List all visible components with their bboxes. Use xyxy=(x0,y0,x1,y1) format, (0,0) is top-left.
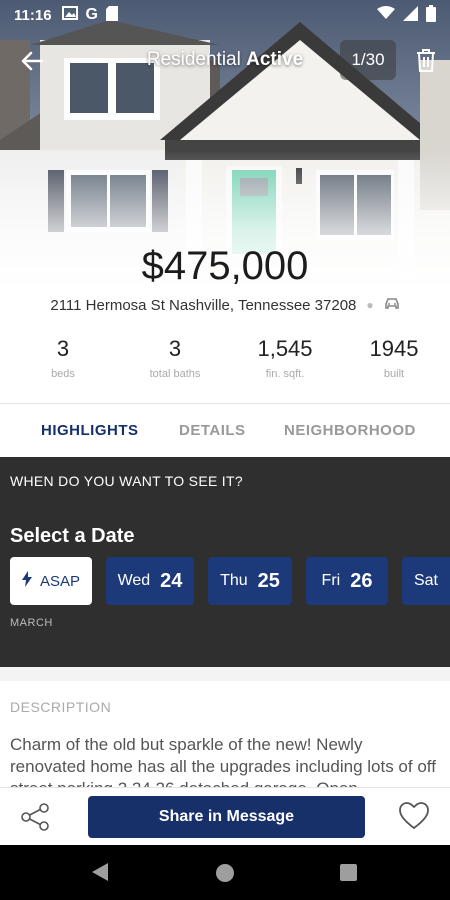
lightning-icon xyxy=(21,571,32,591)
nav-back-icon[interactable] xyxy=(92,863,108,886)
heart-icon[interactable] xyxy=(398,801,430,833)
date-card[interactable]: Thu 25 xyxy=(208,557,292,605)
nav-recents-icon[interactable] xyxy=(340,864,357,881)
listing-status: Active xyxy=(246,49,304,70)
stat-value: 1,545 xyxy=(257,336,313,361)
top-bar: Residential Active 1/30 xyxy=(0,38,450,82)
car-icon[interactable] xyxy=(384,296,400,314)
property-type: Residential xyxy=(146,49,241,70)
date-weekday: Wed xyxy=(117,572,151,589)
google-icon: G xyxy=(85,6,98,23)
date-asap-button[interactable]: ASAP xyxy=(10,557,92,605)
address-row: 2111 Hermosa St Nashville, Tennessee 372… xyxy=(0,296,450,314)
delete-button[interactable] xyxy=(414,47,442,75)
wifi-icon xyxy=(377,6,395,24)
stat-label: total baths xyxy=(149,368,201,380)
action-bar: Share in Message xyxy=(0,787,450,845)
date-weekday: Sat xyxy=(413,572,438,589)
stat-value: 3 xyxy=(168,336,182,361)
nav-home-icon[interactable] xyxy=(216,864,234,882)
section-gap xyxy=(0,667,450,681)
stat-beds: 3 beds xyxy=(8,336,118,380)
tab-neighborhood[interactable]: NEIGHBORHOOD xyxy=(284,422,416,439)
date-weekday: Thu xyxy=(220,572,248,589)
date-card[interactable]: Wed 24 xyxy=(106,557,194,605)
tab-highlights[interactable]: HIGHLIGHTS xyxy=(41,422,139,439)
system-nav-bar xyxy=(0,845,450,900)
stat-label: fin. sqft. xyxy=(265,368,305,380)
stat-value: 3 xyxy=(56,336,70,361)
date-day: 24 xyxy=(160,569,183,592)
tab-details[interactable]: DETAILS xyxy=(179,422,246,439)
status-bar: 11:16 G xyxy=(0,0,450,30)
stat-label: built xyxy=(383,368,405,380)
description-heading: DESCRIPTION xyxy=(10,699,112,715)
date-day: 26 xyxy=(350,569,373,592)
sd-card-icon xyxy=(106,5,118,25)
share-in-message-button[interactable]: Share in Message xyxy=(88,796,365,838)
stat-baths: 3 total baths xyxy=(120,336,230,380)
tab-bar: HIGHLIGHTS DETAILS NEIGHBORHOOD xyxy=(0,404,450,456)
listing-address: 2111 Hermosa St Nashville, Tennessee 372… xyxy=(50,296,357,314)
signal-icon xyxy=(403,5,418,25)
battery-icon xyxy=(426,4,436,26)
stat-sqft: 1,545 fin. sqft. xyxy=(230,336,340,380)
stat-built: 1945 built xyxy=(339,336,449,380)
listing-price: $475,000 xyxy=(141,244,309,288)
trash-icon xyxy=(417,49,435,72)
month-label: MARCH xyxy=(10,617,53,629)
scheduler-question: WHEN DO YOU WANT TO SEE IT? xyxy=(10,473,243,489)
status-time: 11:16 xyxy=(14,6,52,24)
separator-dot: ● xyxy=(366,298,374,312)
photo-counter: 1/30 xyxy=(340,40,396,80)
stat-label: beds xyxy=(51,368,75,380)
scheduler-heading: Select a Date xyxy=(10,525,135,547)
image-icon xyxy=(61,6,78,24)
description-text: Charm of the old but sparkle of the new!… xyxy=(10,735,436,794)
property-stats: 3 beds 3 total baths 1,545 fin. sqft. 19… xyxy=(0,336,450,392)
tour-scheduler: WHEN DO YOU WANT TO SEE IT? Select a Dat… xyxy=(0,457,450,667)
date-card[interactable]: Fri 26 xyxy=(306,557,388,605)
asap-label: ASAP xyxy=(39,572,81,590)
share-icon[interactable] xyxy=(18,800,52,834)
date-weekday: Fri xyxy=(321,572,341,589)
date-card[interactable]: Sat xyxy=(402,557,450,605)
stat-value: 1945 xyxy=(369,336,419,361)
date-day: 25 xyxy=(257,569,280,592)
